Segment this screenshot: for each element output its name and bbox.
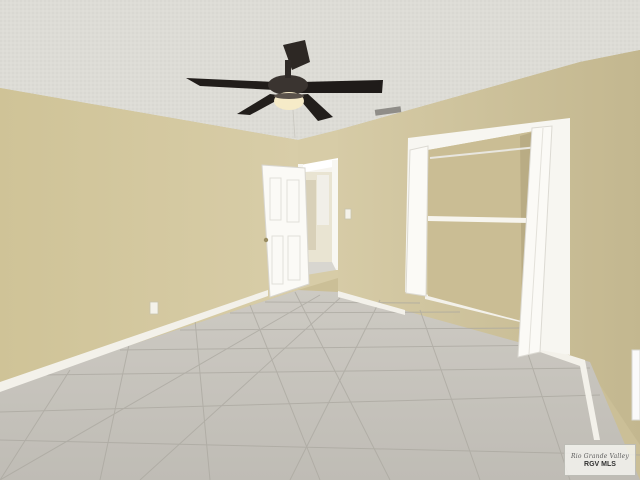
- bedroom-photo: Rio Grande Valley RGV MLS: [0, 0, 640, 480]
- room-scene: [0, 0, 640, 480]
- window-edge: [631, 349, 640, 421]
- fan-downrod: [285, 60, 291, 78]
- wall-outlet: [149, 301, 159, 315]
- closet-door-left[interactable]: [405, 145, 429, 297]
- door-knob[interactable]: [263, 237, 269, 243]
- bedroom-door[interactable]: [261, 164, 310, 298]
- watermark-line2: RGV MLS: [584, 460, 616, 468]
- fan-blade-right: [300, 80, 383, 93]
- mls-watermark: Rio Grande Valley RGV MLS: [564, 444, 636, 476]
- light-switch[interactable]: [344, 208, 352, 220]
- watermark-line1: Rio Grande Valley: [571, 452, 629, 460]
